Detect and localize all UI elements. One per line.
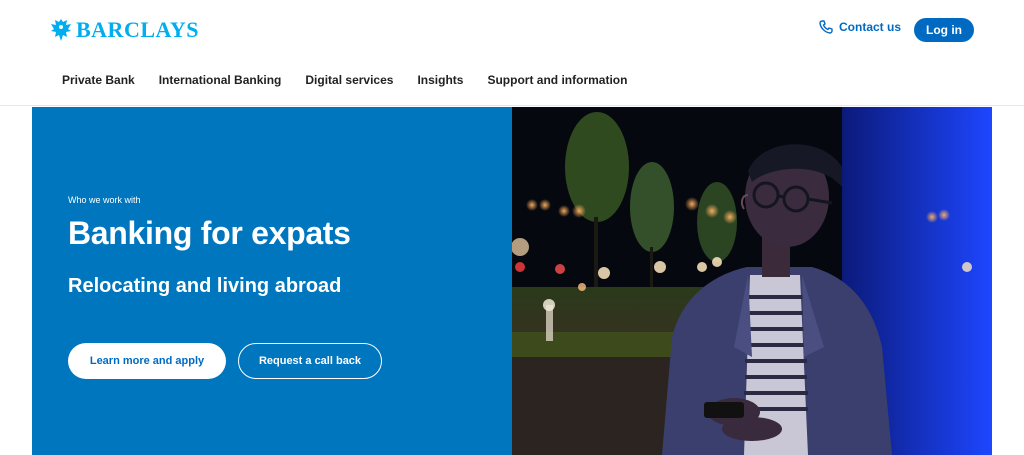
hero-subtitle: Relocating and living abroad xyxy=(68,275,342,297)
barclays-logo[interactable]: BARCLAYS xyxy=(50,17,199,43)
nav-item-private-bank[interactable]: Private Bank xyxy=(62,73,135,87)
hero-photo-illustration xyxy=(512,107,992,455)
request-callback-button[interactable]: Request a call back xyxy=(238,343,382,379)
eagle-icon xyxy=(51,19,71,41)
nav-item-insights[interactable]: Insights xyxy=(417,73,463,87)
site-header: BARCLAYS Contact us Log in Private Bank … xyxy=(0,0,1024,106)
learn-more-button[interactable]: Learn more and apply xyxy=(68,343,226,379)
nav-item-support[interactable]: Support and information xyxy=(487,73,627,87)
brand-name: BARCLAYS xyxy=(76,17,200,42)
hero-image xyxy=(512,107,992,455)
main-nav: Private Bank International Banking Digit… xyxy=(62,73,651,87)
nav-item-digital-services[interactable]: Digital services xyxy=(305,73,393,87)
hero-panel: Who we work with Banking for expats Relo… xyxy=(32,107,512,455)
contact-us-link[interactable]: Contact us xyxy=(819,20,901,34)
hero-eyebrow: Who we work with xyxy=(68,195,141,205)
contact-us-label: Contact us xyxy=(839,20,902,34)
hero-title: Banking for expats xyxy=(68,215,351,251)
nav-item-international-banking[interactable]: International Banking xyxy=(159,73,282,87)
phone-icon xyxy=(819,20,833,34)
login-button[interactable]: Log in xyxy=(914,18,974,42)
